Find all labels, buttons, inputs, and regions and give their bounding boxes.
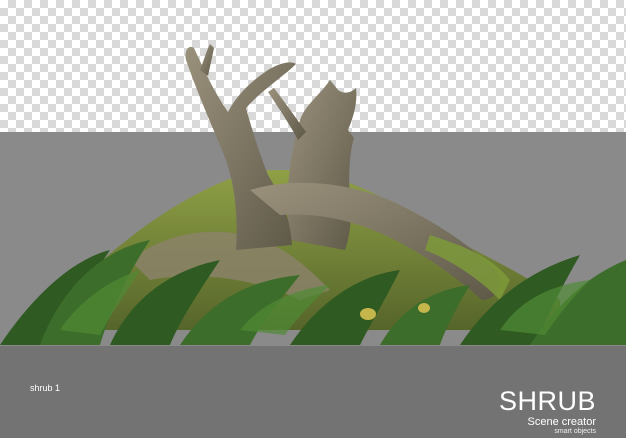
branch-fork: [200, 44, 214, 76]
item-caption: shrub 1: [30, 383, 61, 393]
brand-block: SHRUB Scene creator smart objects: [499, 388, 596, 436]
brand-subtitle: Scene creator: [527, 416, 596, 428]
rear-branch: [268, 88, 306, 140]
shrub-illustration: [0, 44, 626, 345]
brand-title: SHRUB: [498, 386, 596, 416]
brand-tagline: smart objects: [554, 428, 596, 435]
rear-stump: [287, 80, 357, 250]
